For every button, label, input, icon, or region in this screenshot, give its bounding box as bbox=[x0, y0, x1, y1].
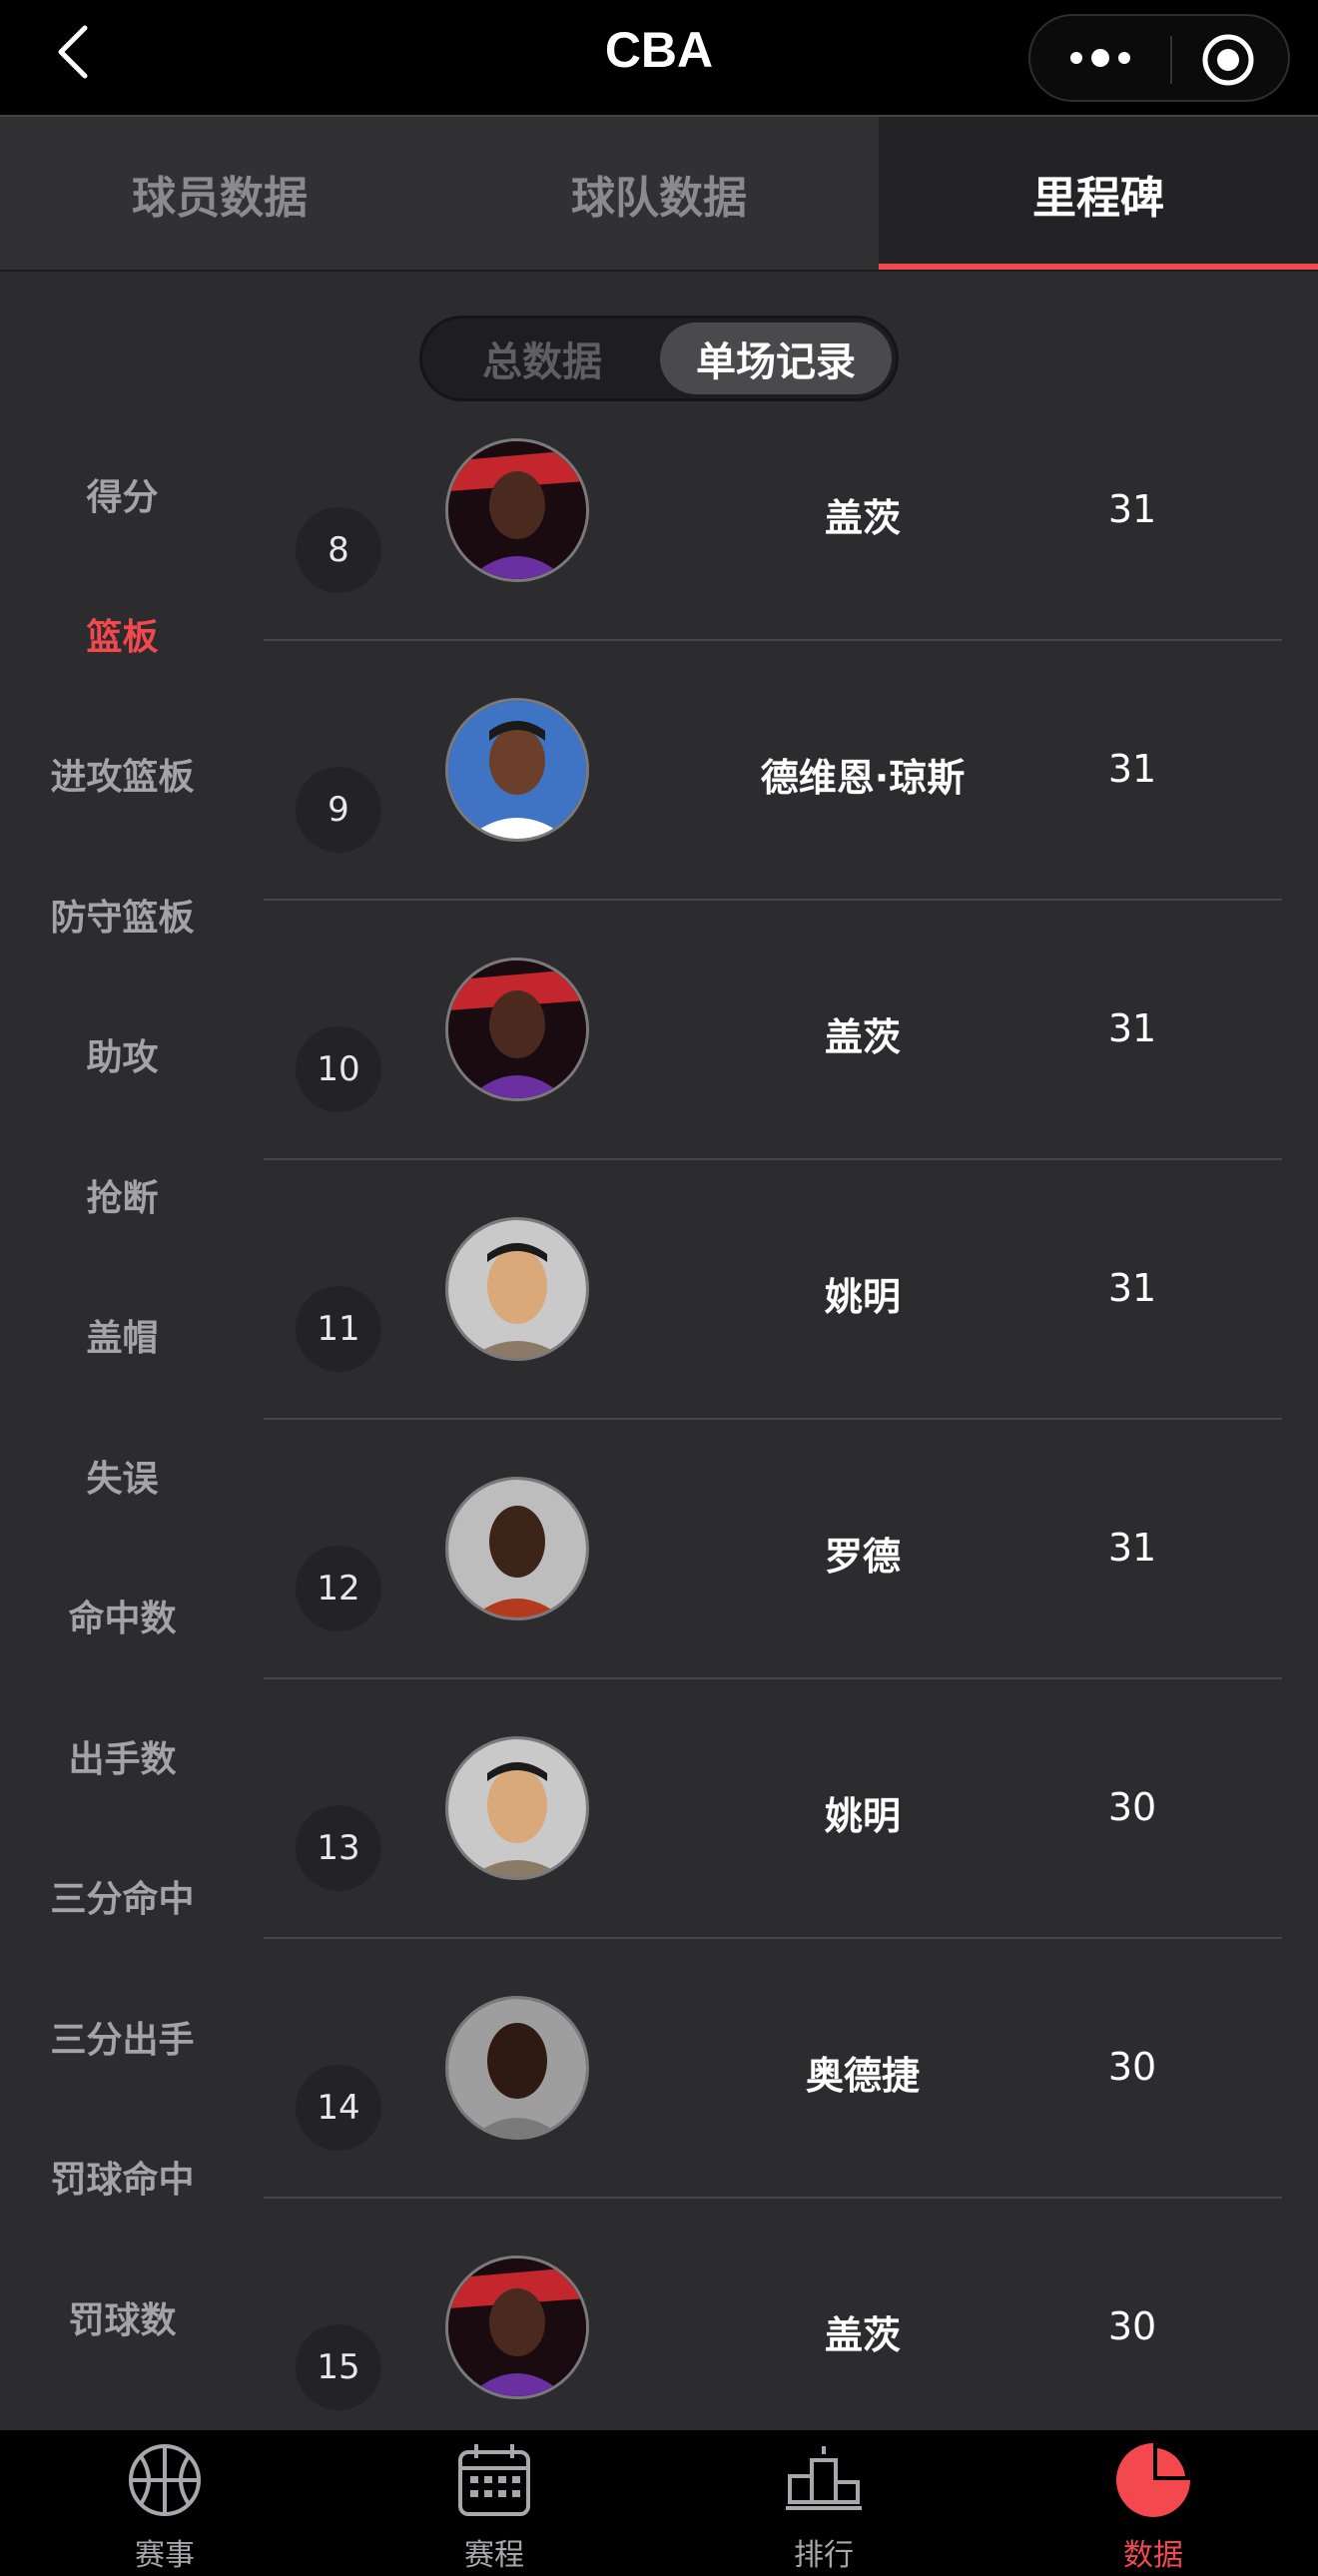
player-name: 姚明 bbox=[824, 1794, 901, 1838]
sidebar-item-free-throws-made[interactable]: 罚球命中 bbox=[0, 2137, 245, 2217]
more-button[interactable] bbox=[1060, 38, 1140, 78]
rank-badge: 14 bbox=[296, 2065, 381, 2151]
nav-schedule[interactable]: 赛程 bbox=[330, 2430, 659, 2576]
list-item[interactable]: 15 盖茨 30 bbox=[264, 2199, 1282, 2430]
rank-badge: 8 bbox=[296, 507, 381, 593]
sidebar-item-offensive-rebounds[interactable]: 进攻篮板 bbox=[0, 734, 245, 814]
list-item[interactable]: 10 盖茨 31 bbox=[264, 901, 1282, 1160]
list-item[interactable]: 11 姚明 31 bbox=[264, 1160, 1282, 1420]
nav-label: 赛事 bbox=[135, 2538, 195, 2573]
record-value: 31 bbox=[1107, 1526, 1157, 1570]
sidebar-item-steals[interactable]: 抢断 bbox=[0, 1155, 245, 1235]
list-item[interactable]: 8 盖茨 31 bbox=[264, 381, 1282, 641]
sidebar-item-points[interactable]: 得分 bbox=[0, 454, 245, 534]
record-value: 30 bbox=[1107, 2304, 1157, 2348]
more-dots-icon bbox=[1070, 49, 1130, 67]
tab-team-stats[interactable]: 球队数据 bbox=[439, 117, 879, 270]
tab-player-stats[interactable]: 球员数据 bbox=[0, 117, 439, 270]
player-name: 盖茨 bbox=[824, 1015, 901, 1059]
sidebar-item-assists[interactable]: 助攻 bbox=[0, 1014, 245, 1094]
player-name: 奥德捷 bbox=[805, 2054, 920, 2098]
player-name: 盖茨 bbox=[824, 2313, 901, 2357]
player-photo bbox=[448, 441, 586, 579]
rank-badge: 13 bbox=[296, 1805, 381, 1891]
pie-chart-icon bbox=[1113, 2440, 1193, 2520]
bottom-navigation: 赛事 赛程 排行 数据 bbox=[0, 2430, 1318, 2576]
player-photo bbox=[448, 1739, 586, 1877]
nav-rankings[interactable]: 排行 bbox=[659, 2430, 988, 2576]
record-value: 30 bbox=[1107, 2045, 1157, 2089]
sidebar-item-defensive-rebounds[interactable]: 防守篮板 bbox=[0, 875, 245, 955]
sidebar-item-free-throws-attempted[interactable]: 罚球数 bbox=[0, 2277, 245, 2357]
player-avatar bbox=[445, 438, 589, 582]
record-value: 31 bbox=[1107, 1266, 1157, 1310]
player-photo bbox=[448, 2258, 586, 2396]
calendar-icon bbox=[454, 2440, 534, 2520]
ranking-podium-icon bbox=[784, 2440, 864, 2520]
player-avatar bbox=[445, 1477, 589, 1620]
rank-badge: 11 bbox=[296, 1286, 381, 1372]
sidebar-item-blocks[interactable]: 盖帽 bbox=[0, 1295, 245, 1375]
player-name: 罗德 bbox=[824, 1535, 901, 1579]
player-avatar bbox=[445, 1996, 589, 2140]
app-header: CBA bbox=[0, 0, 1318, 117]
sidebar-item-turnovers[interactable]: 失误 bbox=[0, 1436, 245, 1516]
player-photo bbox=[448, 1999, 586, 2137]
sidebar-item-three-pointers-made[interactable]: 三分命中 bbox=[0, 1856, 245, 1936]
player-photo bbox=[448, 961, 586, 1098]
nav-label: 赛程 bbox=[464, 2538, 524, 2573]
record-value: 31 bbox=[1107, 1006, 1157, 1050]
list-item[interactable]: 13 姚明 30 bbox=[264, 1679, 1282, 1939]
player-avatar bbox=[445, 1736, 589, 1880]
player-avatar bbox=[445, 1217, 589, 1361]
player-photo bbox=[448, 1220, 586, 1358]
list-item[interactable]: 14 奥德捷 30 bbox=[264, 1939, 1282, 2199]
list-item[interactable]: 9 德维恩·琼斯 31 bbox=[264, 641, 1282, 901]
record-value: 31 bbox=[1107, 747, 1157, 791]
top-tab-bar: 球员数据 球队数据 里程碑 bbox=[0, 117, 1318, 272]
sidebar-item-field-goals-made[interactable]: 命中数 bbox=[0, 1576, 245, 1655]
nav-data[interactable]: 数据 bbox=[988, 2430, 1318, 2576]
player-photo bbox=[448, 701, 586, 839]
sidebar-item-rebounds[interactable]: 篮板 bbox=[0, 594, 245, 674]
player-name: 姚明 bbox=[824, 1275, 901, 1319]
basketball-icon bbox=[125, 2440, 205, 2520]
rank-badge: 12 bbox=[296, 1546, 381, 1631]
rank-badge: 9 bbox=[296, 767, 381, 853]
nav-label: 数据 bbox=[1123, 2538, 1183, 2573]
rank-badge: 15 bbox=[296, 2324, 381, 2410]
sidebar-item-three-pointers-attempted[interactable]: 三分出手 bbox=[0, 1997, 245, 2077]
close-miniprogram-button[interactable] bbox=[1198, 30, 1258, 90]
record-value: 31 bbox=[1107, 487, 1157, 531]
player-name: 盖茨 bbox=[824, 496, 901, 540]
tab-milestones[interactable]: 里程碑 bbox=[879, 117, 1318, 270]
player-avatar bbox=[445, 2255, 589, 2399]
player-avatar bbox=[445, 958, 589, 1101]
rank-badge: 10 bbox=[296, 1026, 381, 1112]
target-icon bbox=[1202, 34, 1254, 86]
capsule-divider bbox=[1170, 36, 1172, 84]
nav-events[interactable]: 赛事 bbox=[0, 2430, 330, 2576]
list-item[interactable]: 12 罗德 31 bbox=[264, 1420, 1282, 1679]
mini-program-capsule bbox=[1028, 14, 1290, 102]
player-name: 德维恩·琼斯 bbox=[760, 756, 966, 800]
nav-label: 排行 bbox=[794, 2538, 854, 2573]
player-photo bbox=[448, 1480, 586, 1617]
player-avatar bbox=[445, 698, 589, 842]
sidebar-item-field-goals-attempted[interactable]: 出手数 bbox=[0, 1716, 245, 1796]
record-value: 30 bbox=[1107, 1785, 1157, 1829]
